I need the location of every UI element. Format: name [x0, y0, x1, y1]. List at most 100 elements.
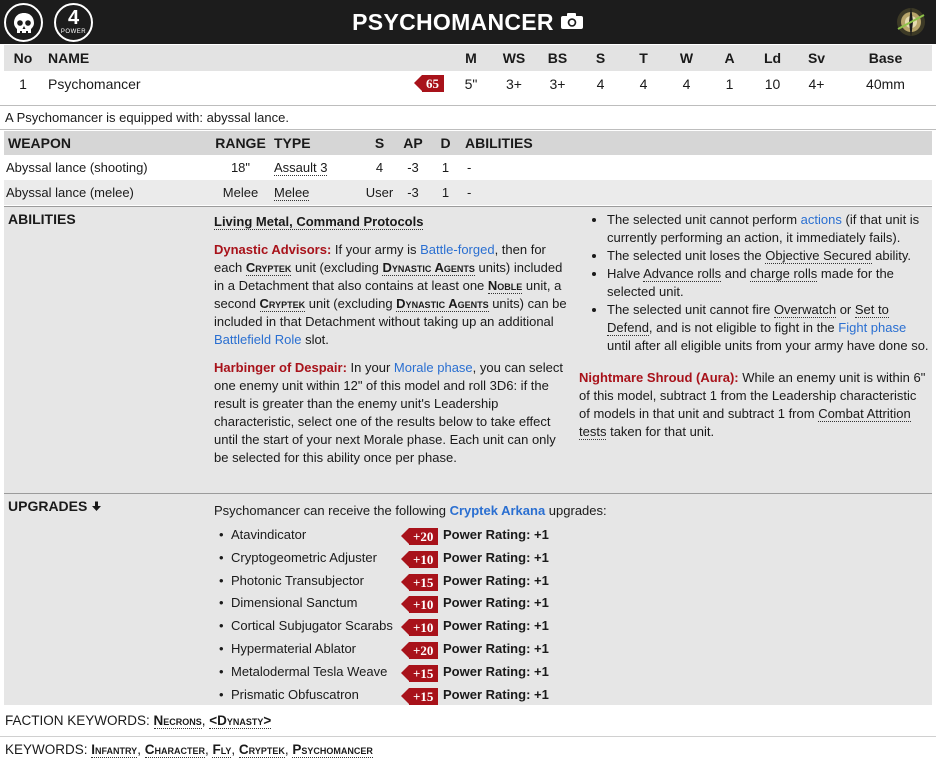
power-rating: Power Rating: +1 [443, 663, 549, 679]
model-name-cell: Psychomancer 65 [42, 71, 450, 97]
upgrade-name: Prismatic Obfuscatron [231, 686, 359, 702]
weapons-header-row: WEAPON RANGE TYPE S AP D ABILITIES [4, 131, 932, 155]
stats-header-row: No NAME M WS BS S T W A Ld Sv Base [4, 45, 932, 71]
list-item: Halve Advance rolls and charge rolls mad… [607, 265, 929, 301]
power-rating: Power Rating: +1 [443, 549, 549, 565]
keywords-label: KEYWORDS: [5, 742, 92, 757]
points-value: +20 [400, 528, 439, 545]
ability-text: slot. [301, 332, 329, 347]
abilities-section: ABILITIES Living Metal, Command Protocol… [4, 206, 932, 493]
ability-name: Dynastic Advisors: [214, 242, 332, 257]
points-badge: +20 [400, 526, 439, 549]
bullet-text: until after all eligible units from your… [607, 338, 929, 353]
actions-link[interactable]: actions [801, 212, 842, 227]
upgrade-name: Hypermaterial Ablator [231, 640, 356, 656]
list-item: • Prismatic Obfuscatron +15 Power Rating: +… [219, 684, 579, 707]
stat-a: 1 [725, 76, 734, 92]
weapon-range: 18" [230, 160, 251, 175]
col-header: AP [398, 131, 428, 155]
keyword-link[interactable]: Infantry [91, 742, 138, 758]
col-header: No [4, 45, 42, 71]
keyword-link[interactable]: Cryptek [238, 742, 285, 758]
stat-base: 40mm [866, 76, 905, 92]
list-item: The selected unit cannot fire Overwatch … [607, 301, 929, 355]
ability-tags-link[interactable]: Living Metal, Command Protocols [214, 214, 424, 230]
power-rating: Power Rating: +1 [443, 640, 549, 656]
upgrades-toggle[interactable]: UPGRADES [8, 498, 102, 514]
stat-bs: 3+ [549, 76, 566, 92]
overwatch-link[interactable]: Overwatch [773, 302, 837, 318]
upgrade-name: Atavindicator [231, 527, 307, 542]
keyword-link[interactable]: Cryptek [259, 296, 306, 312]
fight-phase-link[interactable]: Fight phase [838, 320, 906, 335]
ability-text: If your army is [331, 242, 421, 257]
faction-keywords: FACTION KEYWORDS: Necrons, <Dynasty> [5, 713, 272, 729]
bullet-text: ability. [871, 248, 911, 263]
cryptek-arkana-link[interactable]: Cryptek Arkana [450, 503, 546, 518]
col-header: ABILITIES [463, 131, 932, 155]
bullet-text: and [721, 266, 751, 281]
bullet-text: The selected unit cannot perform [607, 212, 801, 227]
power-rating: Power Rating: +1 [443, 686, 549, 702]
keywords: KEYWORDS: Infantry, Character, Fly, Cryp… [5, 742, 373, 758]
battle-forged-link[interactable]: Battle-forged [420, 242, 494, 257]
points-value: +10 [400, 596, 439, 614]
list-item: The selected unit cannot perform actions… [607, 211, 929, 247]
abilities-label: ABILITIES [8, 211, 76, 227]
upgrade-name: Metalodermal Tesla Weave [231, 663, 388, 679]
divider [0, 736, 936, 737]
keyword-link[interactable]: Dynastic Agents [396, 296, 489, 312]
col-header: T [622, 45, 665, 71]
upgrades-list: • Atavindicator +20 Power Rating: +1 • Crypt… [219, 524, 579, 706]
bullet-icon: • [219, 572, 224, 588]
objective-secured-link[interactable]: Objective Secured [765, 248, 872, 264]
intro-text: upgrades: [545, 503, 607, 518]
bullet-icon: • [219, 527, 224, 542]
unit-name: PSYCHOMANCER [352, 9, 554, 35]
points-value: +10 [400, 550, 439, 568]
ability-text: In your [346, 360, 394, 375]
bullet-icon: • [219, 549, 224, 565]
points-badge: +10 [400, 549, 439, 572]
keyword-link[interactable]: Necrons [153, 713, 202, 729]
keyword-link[interactable]: Character [144, 742, 205, 758]
col-header: Ld [751, 45, 794, 71]
list-item: • Dimensional Sanctum +10 Power Rating: +1 [219, 592, 579, 615]
weapon-d: 1 [428, 180, 463, 205]
list-item: • Hypermaterial Ablator +20 Power Rating: +… [219, 638, 579, 661]
col-header: S [361, 131, 398, 155]
col-header: W [665, 45, 708, 71]
ability-text: unit (excluding [291, 260, 383, 275]
power-rating: Power Rating: +1 [443, 595, 549, 611]
col-header: D [428, 131, 463, 155]
keyword-link[interactable]: <Dynasty> [209, 713, 272, 729]
points-badge: +15 [400, 663, 439, 686]
charge-rolls-link[interactable]: charge rolls [750, 266, 818, 282]
keyword-link[interactable]: Dynastic Agents [382, 260, 475, 276]
weapon-type-link[interactable]: Melee [274, 185, 310, 201]
keyword-link[interactable]: Cryptek [245, 260, 292, 276]
points-badge: 65 [414, 75, 444, 92]
camera-icon[interactable] [560, 0, 584, 44]
upgrades-section: UPGRADES Psychomancer can receive the fo… [4, 493, 932, 705]
stat-s: 4 [596, 76, 605, 92]
weapon-type-link[interactable]: Assault 3 [274, 160, 328, 176]
keyword-link[interactable]: Psychomancer [292, 742, 373, 758]
table-row: Abyssal lance (shooting) 18" Assault 3 4… [4, 155, 932, 180]
upgrades-label: UPGRADES [8, 498, 88, 514]
keyword-link[interactable]: Fly [212, 742, 232, 758]
stat-w: 4 [682, 76, 691, 92]
col-header: BS [536, 45, 579, 71]
abilities-left-column: Living Metal, Command Protocols Dynastic… [214, 213, 569, 477]
datasheet-header: 4 POWER PSYCHOMANCER [0, 0, 936, 44]
list-item: • Photonic Transubjector +15 Power Rating: … [219, 570, 579, 593]
necron-glyph-icon [894, 3, 928, 41]
ability-name: Harbinger of Despair: [214, 360, 347, 375]
battlefield-role-link[interactable]: Battlefield Role [214, 332, 301, 347]
weapon-ap: -3 [398, 180, 428, 205]
keyword-link[interactable]: Noble [487, 278, 523, 294]
harbinger-results-list: The selected unit cannot perform actions… [579, 211, 929, 355]
bullet-text: or [836, 302, 855, 317]
advance-rolls-link[interactable]: Advance rolls [643, 266, 722, 282]
morale-phase-link[interactable]: Morale phase [394, 360, 473, 375]
